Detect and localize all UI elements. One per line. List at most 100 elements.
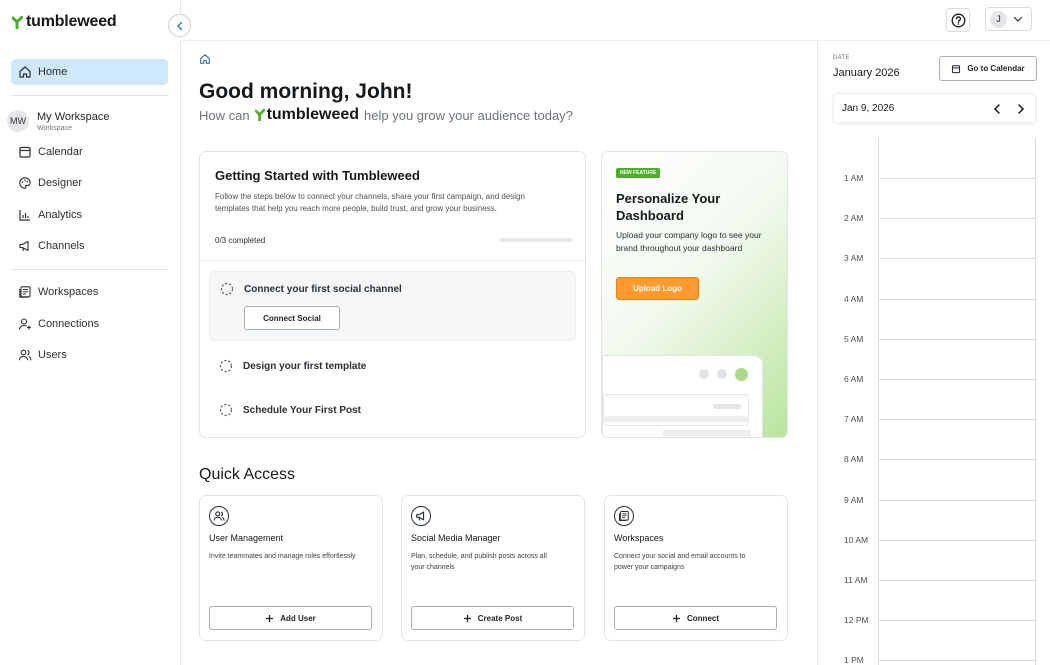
connect-button[interactable]: Connect xyxy=(614,606,777,630)
leaf-logo-icon xyxy=(254,109,265,121)
date-label: DATE xyxy=(833,55,850,61)
new-feature-badge: NEW FEATURE xyxy=(616,168,661,178)
workspace-switcher[interactable]: MW My Workspace Workspace xyxy=(7,110,110,132)
hour-label: 10 AM xyxy=(844,534,869,545)
card-divider xyxy=(200,260,585,261)
hour-label: 1 PM xyxy=(844,655,864,665)
step-connect-channel[interactable]: Connect your first social channel Connec… xyxy=(209,271,576,341)
button-label: Go to Calendar xyxy=(967,64,1025,73)
button-label: Add User xyxy=(280,613,316,623)
chevron-left-icon xyxy=(176,21,182,30)
sidebar-divider xyxy=(11,95,168,96)
step-label: Design your first template xyxy=(243,360,367,372)
step-row: Connect your first social channel xyxy=(220,282,402,296)
current-date: Jan 9, 2026 xyxy=(842,102,895,114)
feature-card: NEW FEATURE Personalize Your Dashboard U… xyxy=(601,151,788,438)
megaphone-icon xyxy=(411,506,431,526)
card-name: Workspaces xyxy=(614,533,664,543)
subtitle-brand-name: tumbleweed xyxy=(266,106,360,123)
sidebar-item-calendar[interactable]: Calendar xyxy=(11,139,168,165)
sidebar-item-designer[interactable]: Designer xyxy=(11,170,168,196)
hour-label: 12 PM xyxy=(844,615,869,626)
hour-line xyxy=(878,419,1036,421)
leaf-logo-icon xyxy=(12,15,23,29)
getting-started-card: Getting Started with Tumbleweed Follow t… xyxy=(199,151,586,438)
pending-circle-icon xyxy=(219,359,233,373)
card-name: Social Media Manager xyxy=(411,533,501,543)
calendar-month: January 2026 xyxy=(833,67,900,79)
step-schedule-post[interactable]: Schedule Your First Post xyxy=(219,403,361,417)
section-title: Quick Access xyxy=(199,466,296,483)
create-post-button[interactable]: Create Post xyxy=(411,606,574,630)
connect-social-button[interactable]: Connect Social xyxy=(244,306,340,330)
main-content: Good morning, John! How can tumbleweed h… xyxy=(182,42,817,665)
hour-line xyxy=(878,499,1036,501)
progress-text: 0/3 completed xyxy=(215,236,266,245)
collapse-sidebar-button[interactable] xyxy=(168,14,191,37)
progress-bar xyxy=(500,238,572,242)
sidebar-item-analytics[interactable]: Analytics xyxy=(11,202,168,228)
sidebar-item-workspaces[interactable]: Workspaces xyxy=(11,279,168,305)
help-button[interactable] xyxy=(946,8,970,32)
sidebar-item-label: Calendar xyxy=(38,146,83,158)
button-label: Connect xyxy=(687,613,719,623)
sidebar-item-channels[interactable]: Channels xyxy=(11,233,168,259)
plus-icon xyxy=(266,614,274,622)
hour-label: 2 AM xyxy=(844,213,864,224)
quick-access-card-workspaces: Workspaces Connect your social and email… xyxy=(604,495,788,641)
hour-line xyxy=(878,660,1036,662)
hour-label: 1 AM xyxy=(844,173,864,183)
sidebar-item-connections[interactable]: Connections xyxy=(11,311,168,337)
go-to-calendar-button[interactable]: Go to Calendar xyxy=(939,56,1037,81)
hour-line xyxy=(878,258,1036,260)
previous-day-icon[interactable] xyxy=(989,101,1005,117)
card-description: Connect your social and email accounts t… xyxy=(614,553,746,571)
sidebar-item-home[interactable]: Home xyxy=(11,59,168,85)
step-design-template[interactable]: Design your first template xyxy=(219,359,366,373)
user-menu[interactable]: J xyxy=(985,7,1032,31)
plus-icon xyxy=(463,614,471,622)
date-arrows xyxy=(989,101,1029,117)
sidebar-divider xyxy=(11,269,168,270)
hour-line xyxy=(878,338,1036,340)
brand-logo[interactable]: tumbleweed xyxy=(12,13,117,31)
card-name: User Management xyxy=(209,533,284,543)
card-title: Getting Started with Tumbleweed xyxy=(215,168,420,183)
hour-line xyxy=(878,459,1036,461)
date-navigator: Jan 9, 2026 xyxy=(833,93,1036,123)
grid-line xyxy=(1035,138,1036,665)
card-description: Follow the steps below to connect your c… xyxy=(215,192,525,213)
users-icon xyxy=(18,349,32,361)
quick-access-card-social-media-manager: Social Media Manager Plan, schedule, and… xyxy=(401,495,585,641)
sidebar-item-users[interactable]: Users xyxy=(11,342,168,368)
megaphone-icon xyxy=(19,240,29,252)
step-label: Connect your first social channel xyxy=(244,283,402,295)
user-plus-icon xyxy=(18,318,31,330)
upload-logo-button[interactable]: Upload Logo xyxy=(616,277,699,300)
users-icon xyxy=(209,506,229,526)
next-day-icon[interactable] xyxy=(1013,101,1029,117)
sidebar: tumbleweed Home MW My Workspace Workspac… xyxy=(0,0,181,665)
add-user-button[interactable]: Add User xyxy=(209,606,372,630)
workspace-name: My Workspace xyxy=(37,110,110,123)
hour-line xyxy=(878,379,1036,380)
sidebar-item-label: Designer xyxy=(38,177,83,189)
dashboard-preview-illustration xyxy=(602,355,763,437)
sidebar-item-label: Users xyxy=(38,349,67,361)
home-breadcrumb-icon[interactable] xyxy=(199,53,211,65)
chevron-down-icon xyxy=(1013,16,1023,22)
hour-label: 5 AM xyxy=(844,333,864,344)
hour-line xyxy=(878,218,1036,220)
workspaces-icon xyxy=(614,506,634,526)
workspaces-icon xyxy=(19,286,31,298)
hour-line xyxy=(878,620,1036,622)
hour-line xyxy=(878,539,1036,541)
sidebar-item-label: Home xyxy=(38,66,68,78)
hour-line xyxy=(878,178,1036,179)
workspace-type: Workspace xyxy=(37,124,72,132)
plus-icon xyxy=(673,614,680,622)
hour-label: 11 AM xyxy=(844,575,868,585)
hour-grid[interactable]: 1 AM 2 AM 3 AM 4 AM 5 AM 6 AM 7 AM 8 AM 9 AM 10 A… xyxy=(818,138,1050,665)
help-icon xyxy=(951,13,965,27)
step-label: Schedule Your First Post xyxy=(243,404,361,416)
